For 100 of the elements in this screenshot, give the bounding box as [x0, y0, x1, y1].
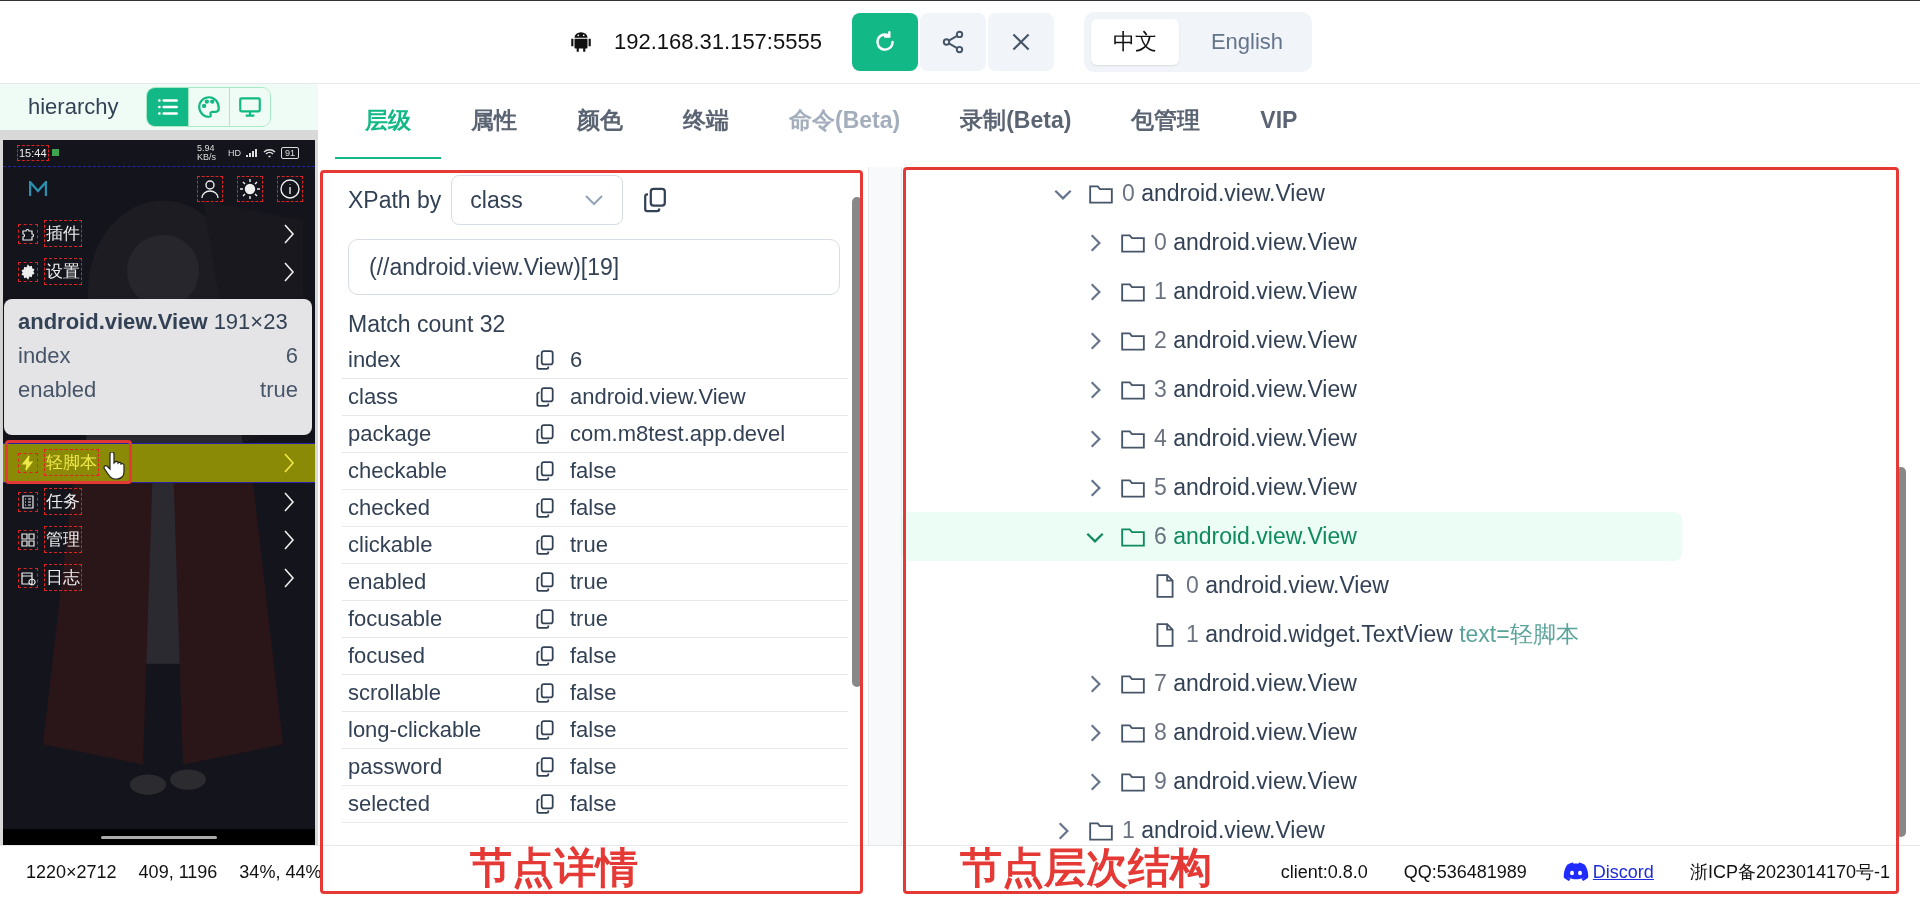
discord-icon — [1562, 862, 1589, 882]
copy-icon[interactable] — [534, 386, 556, 408]
property-value: false — [570, 643, 617, 669]
property-value: true — [570, 606, 608, 632]
property-name: index — [348, 347, 402, 373]
qq-number: QQ:536481989 — [1403, 861, 1527, 883]
copy-icon[interactable] — [534, 460, 556, 482]
menu-item[interactable]: 插件 — [3, 214, 315, 253]
chevron-icon — [283, 222, 295, 245]
property-value: false — [570, 717, 617, 743]
property-value: false — [570, 680, 617, 706]
copy-icon[interactable] — [534, 719, 556, 741]
signal-icon — [246, 147, 258, 158]
notification-icon — [51, 149, 59, 157]
chevron-icon — [283, 260, 295, 283]
tree-node[interactable]: 7 android.view.View — [902, 659, 1502, 708]
property-value: false — [570, 754, 617, 780]
tab[interactable]: 属性 — [441, 84, 547, 159]
copy-icon[interactable] — [534, 349, 556, 371]
menu-item[interactable]: 任务 — [3, 482, 315, 521]
status-time: 15:44 — [19, 146, 47, 159]
property-value: true — [570, 532, 608, 558]
tab[interactable]: 录制(Beta) — [930, 84, 1102, 159]
net-speed: 5.94 KB/s — [197, 143, 217, 162]
copy-icon[interactable] — [534, 534, 556, 556]
screen-info: 34%, 44% — [239, 861, 322, 883]
chevron-icon — [283, 528, 295, 551]
tree-node[interactable]: 9 android.view.View — [902, 757, 1502, 806]
screen-info: 1220×2712 — [26, 861, 117, 883]
puzzle-icon — [20, 225, 36, 242]
list-icon[interactable] — [147, 87, 189, 126]
copy-icon[interactable] — [534, 423, 556, 445]
tree-node[interactable]: 3 android.view.View — [902, 365, 1502, 414]
menu-item[interactable]: 设置 — [3, 252, 315, 291]
match-count: Match count 32 — [348, 311, 507, 338]
property-value: false — [570, 458, 617, 484]
property-name: class — [348, 384, 400, 410]
user-icon[interactable] — [199, 177, 221, 200]
tree-node[interactable]: 4 android.view.View — [902, 414, 1502, 463]
close-button[interactable] — [987, 13, 1054, 71]
discord-link[interactable]: Discord — [1592, 861, 1654, 883]
grid-icon — [20, 531, 36, 548]
tooltip-value: 6 — [285, 343, 298, 369]
copy-icon[interactable] — [534, 756, 556, 778]
tooltip-key: index — [18, 343, 71, 369]
property-value: 6 — [570, 347, 583, 373]
tab[interactable]: 终端 — [653, 84, 759, 159]
chevron-icon — [283, 566, 295, 589]
property-name: long-clickable — [348, 717, 483, 743]
tree-node[interactable]: 1 android.view.View — [902, 267, 1502, 316]
copy-icon[interactable] — [534, 571, 556, 593]
tree-node[interactable]: 2 android.view.View — [902, 316, 1502, 365]
xpath-field[interactable]: (//android.view.View)[19] — [348, 239, 840, 295]
sun-icon[interactable] — [239, 177, 261, 200]
property-value: android.view.View — [570, 384, 746, 410]
icp-number: 浙ICP备2023014170号-1 — [1689, 861, 1890, 884]
chevron-icon — [283, 490, 295, 513]
language-option[interactable]: 中文 — [1090, 19, 1179, 65]
tree-node[interactable]: 6 android.view.View — [902, 512, 1682, 561]
tab[interactable]: 颜色 — [547, 84, 653, 159]
tree-node[interactable]: 0 android.view.View — [902, 561, 1502, 610]
tree-node[interactable]: 1 android.widget.TextView text=轻脚本 — [902, 610, 1599, 659]
tab[interactable]: 包管理 — [1101, 84, 1231, 159]
menu-item[interactable]: 日志 — [3, 558, 315, 597]
copy-icon[interactable] — [534, 497, 556, 519]
property-name: password — [348, 754, 444, 780]
tree-node[interactable]: 0 android.view.View — [902, 169, 1502, 218]
client-version: client:0.8.0 — [1280, 861, 1368, 883]
checklist-icon — [20, 493, 36, 510]
property-name: checked — [348, 495, 431, 521]
tooltip-key: enabled — [18, 377, 97, 403]
copy-icon[interactable] — [534, 608, 556, 630]
share-button[interactable] — [919, 13, 986, 71]
tab[interactable]: VIP — [1230, 84, 1328, 159]
property-name: package — [348, 421, 433, 447]
property-name: checkable — [348, 458, 449, 484]
language-option[interactable]: English — [1188, 19, 1306, 65]
property-value: true — [570, 569, 608, 595]
menu-item[interactable]: 管理 — [3, 520, 315, 559]
hand-cursor-icon — [103, 451, 125, 480]
property-name: clickable — [348, 532, 434, 558]
tooltip-value: true — [260, 377, 298, 403]
annotation-label: 节点层次结构 — [960, 845, 1212, 892]
tooltip-title: android.view.View 191×23 — [18, 309, 289, 335]
tree-node[interactable]: 8 android.view.View — [902, 708, 1502, 757]
copy-icon[interactable] — [534, 645, 556, 667]
copy-icon[interactable] — [534, 682, 556, 704]
settings-icon — [20, 263, 36, 280]
log-icon — [20, 569, 36, 586]
tree-node[interactable]: 5 android.view.View — [902, 463, 1502, 512]
tree-node[interactable]: 0 android.view.View — [902, 218, 1502, 267]
property-value: com.m8test.app.devel — [570, 421, 786, 447]
chevron-icon — [283, 451, 295, 474]
xpath-mode-select[interactable]: class — [451, 175, 624, 225]
battery-icon: 91 — [281, 146, 299, 159]
property-name: focusable — [348, 606, 444, 632]
device-address: 192.168.31.157:5555 — [613, 29, 822, 55]
property-value: false — [570, 791, 617, 817]
copy-icon[interactable] — [534, 793, 556, 815]
info-icon[interactable] — [279, 177, 301, 200]
